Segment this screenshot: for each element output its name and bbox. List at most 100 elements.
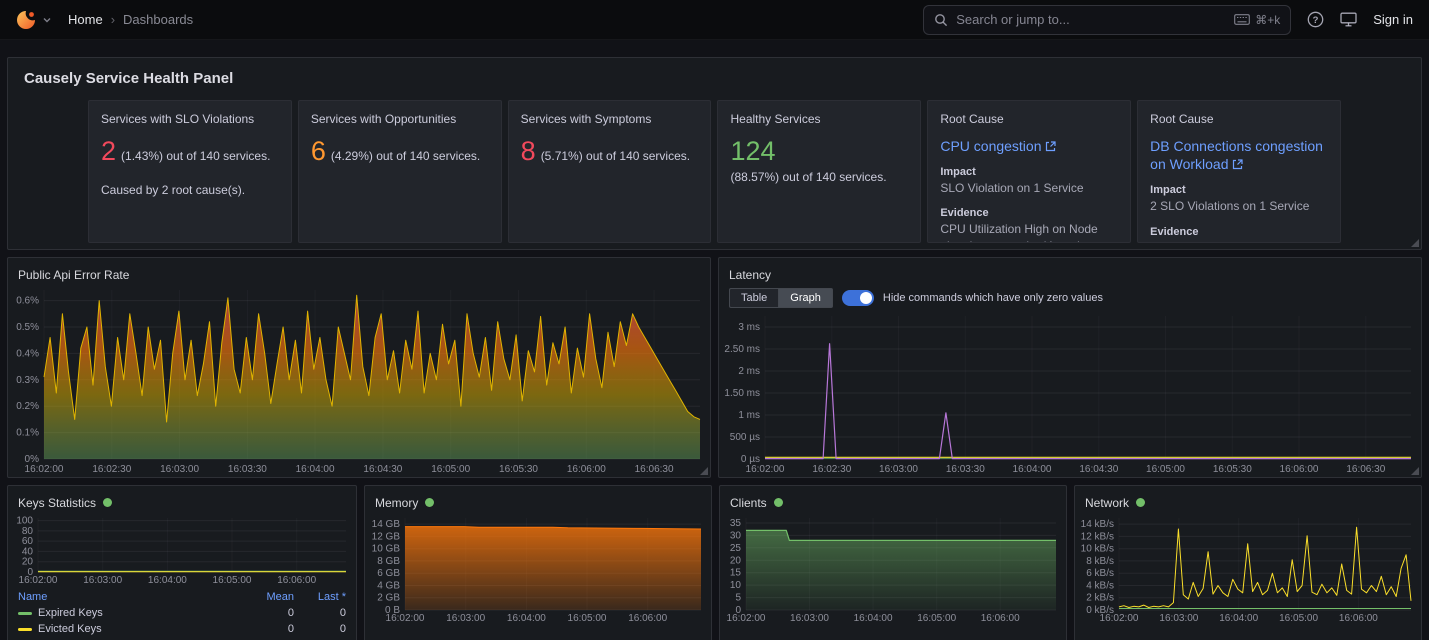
clients-chart[interactable]: 3530252015105016:02:0016:03:0016:04:0016…: [720, 512, 1066, 624]
svg-text:0.5%: 0.5%: [16, 322, 39, 333]
latency-panel: Latency Table Graph Hide commands which …: [718, 257, 1422, 478]
svg-text:16:05:30: 16:05:30: [499, 464, 538, 475]
memory-chart[interactable]: 14 GB12 GB10 GB8 GB6 GB4 GB2 GB0 B16:02:…: [365, 512, 711, 624]
svg-text:16:04:00: 16:04:00: [148, 575, 187, 586]
zero-values-toggle[interactable]: [842, 290, 874, 306]
impact-value: SLO Violation on 1 Service: [940, 180, 1118, 196]
keys-chart[interactable]: 10080604020016:02:0016:03:0016:04:0016:0…: [8, 512, 356, 586]
legend-col-last[interactable]: Last *: [294, 591, 346, 603]
svg-text:16:04:30: 16:04:30: [363, 464, 402, 475]
panel-title-text: Keys Statistics: [18, 496, 96, 510]
legend-col-name[interactable]: Name: [18, 591, 246, 603]
panel-resize-handle[interactable]: [700, 467, 708, 475]
stat-value: 8: [521, 138, 536, 165]
sign-in-link[interactable]: Sign in: [1373, 12, 1413, 27]
impact-label: Impact: [1150, 184, 1328, 196]
evidence-value: Request Error Rate High on 4 services: [1150, 240, 1328, 243]
panel-title-text: Clients: [730, 496, 767, 510]
svg-text:2 GB: 2 GB: [377, 593, 400, 604]
health-ok-dot: [1136, 498, 1145, 507]
svg-text:16:02:00: 16:02:00: [386, 613, 425, 624]
svg-text:5: 5: [735, 593, 741, 604]
error-rate-chart[interactable]: 0.6%0.5%0.4%0.3%0.2%0.1%0%16:02:0016:02:…: [8, 284, 710, 475]
memory-panel-title[interactable]: Memory: [365, 486, 711, 512]
stat-detail: (1.43%) out of 140 services.: [121, 149, 270, 163]
svg-text:16:04:00: 16:04:00: [854, 613, 893, 624]
root-cause-link-text: CPU congestion: [940, 138, 1041, 154]
network-panel: Network 14 kB/s12 kB/s10 kB/s8 kB/s6 kB/…: [1074, 485, 1422, 640]
stat-value: 6: [311, 138, 326, 165]
health-ok-dot: [425, 498, 434, 507]
svg-text:16:02:30: 16:02:30: [92, 464, 131, 475]
help-icon[interactable]: ?: [1307, 11, 1324, 28]
svg-text:8 kB/s: 8 kB/s: [1086, 556, 1114, 567]
svg-text:16:03:30: 16:03:30: [946, 464, 985, 475]
svg-text:?: ?: [1313, 15, 1319, 26]
svg-text:14 kB/s: 14 kB/s: [1081, 519, 1114, 530]
error-rate-panel: Public Api Error Rate 0.6% 0.5% 0.4% 0.3% 0.…: [7, 257, 711, 478]
series-color-mark: [18, 612, 32, 615]
svg-text:16:03:00: 16:03:00: [790, 613, 829, 624]
svg-text:16:02:00: 16:02:00: [746, 464, 785, 475]
panel-title-text: Network: [1085, 496, 1129, 510]
memory-panel: Memory 14 GB12 GB10 GB8 GB6 GB4 GB2 GB0 …: [364, 485, 712, 640]
legend-mean-value: 0: [246, 623, 294, 635]
legend-row-expired-keys: Expired Keys 0 0: [18, 605, 346, 621]
svg-text:16:02:00: 16:02:00: [727, 613, 766, 624]
latency-chart[interactable]: 3 ms2.50 ms2 ms1.50 ms1 ms500 µs0 µs16:0…: [719, 310, 1421, 475]
view-mode-switcher: Table Graph: [729, 288, 833, 308]
svg-text:16:04:00: 16:04:00: [507, 613, 546, 624]
root-cause-link[interactable]: CPU congestion: [940, 137, 1118, 155]
svg-text:15: 15: [730, 568, 742, 579]
latency-panel-title[interactable]: Latency: [719, 258, 1421, 284]
monitor-icon[interactable]: [1340, 12, 1357, 27]
series-color-mark: [18, 628, 32, 631]
stat-card-symptoms: Services with Symptoms 8 (5.71%) out of …: [508, 100, 712, 243]
latency-controls: Table Graph Hide commands which have onl…: [719, 284, 1421, 310]
root-cause-title: Root Cause: [1150, 112, 1328, 126]
legend-series-toggle[interactable]: Expired Keys: [18, 607, 246, 619]
svg-text:4 GB: 4 GB: [377, 581, 400, 592]
root-cause-title: Root Cause: [940, 112, 1118, 126]
svg-text:0.6%: 0.6%: [16, 296, 39, 307]
breadcrumb-dashboards[interactable]: Dashboards: [123, 12, 193, 27]
svg-text:16:06:30: 16:06:30: [635, 464, 674, 475]
dashboard: Causely Service Health Panel Services wi…: [0, 40, 1429, 640]
legend-col-mean[interactable]: Mean: [246, 591, 294, 603]
graph-button[interactable]: Graph: [778, 288, 833, 308]
search-box[interactable]: ⌘+k: [923, 5, 1291, 35]
health-panel-title[interactable]: Causely Service Health Panel: [8, 58, 1421, 87]
chevron-down-icon[interactable]: [42, 15, 52, 25]
svg-text:0.3%: 0.3%: [16, 375, 39, 386]
error-rate-panel-title[interactable]: Public Api Error Rate: [8, 258, 710, 284]
stat-note: Caused by 2 root cause(s).: [101, 183, 279, 197]
external-link-icon: [1045, 141, 1056, 152]
svg-text:16:02:00: 16:02:00: [25, 464, 64, 475]
stat-value: 124: [730, 138, 775, 165]
legend-series-toggle[interactable]: Evicted Keys: [18, 623, 246, 635]
svg-text:30: 30: [730, 530, 742, 541]
health-panel: Causely Service Health Panel Services wi…: [7, 57, 1422, 250]
svg-text:3 ms: 3 ms: [738, 322, 760, 333]
panel-resize-handle[interactable]: [1411, 467, 1419, 475]
svg-text:2 ms: 2 ms: [738, 366, 760, 377]
root-cause-link[interactable]: DB Connections congestion on Workload: [1150, 137, 1328, 173]
keys-panel-title[interactable]: Keys Statistics: [8, 486, 356, 512]
panel-resize-handle[interactable]: [1411, 239, 1419, 247]
svg-text:16:05:00: 16:05:00: [1279, 613, 1318, 624]
breadcrumb-home[interactable]: Home: [68, 12, 103, 27]
svg-text:0.1%: 0.1%: [16, 428, 39, 439]
network-panel-title[interactable]: Network: [1075, 486, 1421, 512]
clients-panel-title[interactable]: Clients: [720, 486, 1066, 512]
svg-text:6 kB/s: 6 kB/s: [1086, 568, 1114, 579]
network-chart[interactable]: 14 kB/s12 kB/s10 kB/s8 kB/s6 kB/s4 kB/s2…: [1075, 512, 1421, 624]
evidence-label: Evidence: [1150, 226, 1328, 238]
svg-text:16:06:00: 16:06:00: [1339, 613, 1378, 624]
stat-title: Services with Symptoms: [521, 112, 699, 126]
table-button[interactable]: Table: [729, 288, 778, 308]
search-input[interactable]: [956, 12, 1226, 27]
svg-text:16:03:00: 16:03:00: [446, 613, 485, 624]
grafana-logo-icon[interactable]: [16, 10, 36, 30]
evidence-value: CPU Utilization High on Node gke-chaos-s…: [940, 221, 1118, 243]
svg-text:0.4%: 0.4%: [16, 348, 39, 359]
